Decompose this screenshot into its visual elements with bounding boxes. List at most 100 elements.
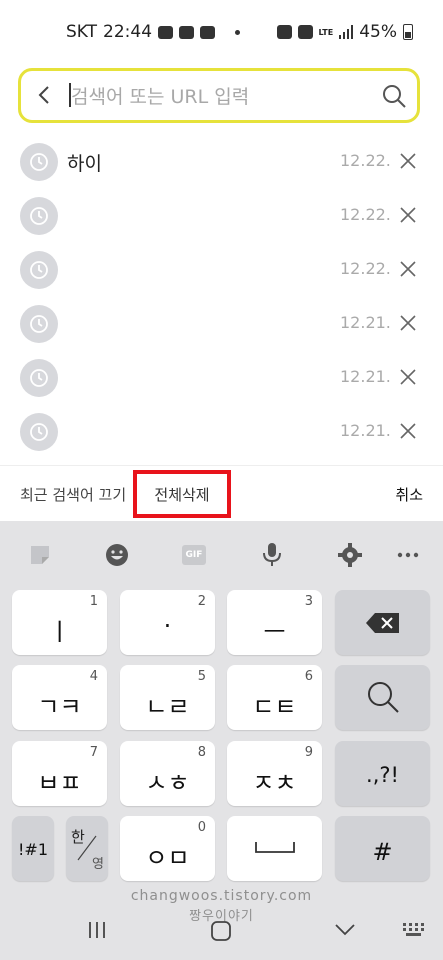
key-5[interactable]: 5 ㄴㄹ — [120, 665, 215, 730]
clock-icon — [20, 143, 58, 181]
sticker-icon[interactable] — [18, 533, 62, 577]
watermark-url: changwoos.tistory.com — [130, 888, 313, 904]
space-key[interactable] — [227, 816, 322, 881]
history-item[interactable]: 12.22. — [0, 243, 443, 297]
keyboard-switch-icon[interactable] — [402, 922, 426, 938]
key-number: 1 — [89, 594, 98, 609]
language-key[interactable]: 한 영 — [66, 816, 108, 881]
status-right: LTE 45% — [276, 22, 413, 42]
key-7[interactable]: 7 ㅂㅍ — [12, 741, 107, 806]
search-input[interactable] — [69, 79, 373, 115]
key-9[interactable]: 9 ㅈㅊ — [227, 741, 322, 806]
home-icon[interactable] — [210, 920, 232, 942]
history-date: 12.22. — [340, 205, 391, 224]
key-number: 2 — [197, 594, 206, 609]
hash-key[interactable]: # — [335, 816, 430, 881]
key-2[interactable]: 2 · — [120, 590, 215, 655]
navigation-bar — [0, 915, 443, 960]
key-8[interactable]: 8 ㅅㅎ — [120, 741, 215, 806]
close-icon[interactable] — [398, 421, 418, 441]
key-label: ㅅㅎ — [145, 769, 190, 797]
settings-icon[interactable] — [328, 533, 372, 577]
clock-icon — [20, 251, 58, 289]
mute-icon — [297, 25, 313, 39]
key-label: # — [372, 838, 393, 866]
cancel-button[interactable]: 취소 — [395, 484, 423, 505]
key-label: .,?! — [366, 763, 399, 787]
key-3[interactable]: 3 ㅡ — [227, 590, 322, 655]
key-label: ㅂㅍ — [37, 769, 82, 797]
search-history-list: 하이 12.22. 12.22. 12.22. 12.21. 12.21. 12… — [0, 135, 443, 459]
close-icon[interactable] — [398, 259, 418, 279]
delete-all-button[interactable]: 전체삭제 — [133, 470, 231, 518]
key-label: ㄱㅋ — [37, 693, 82, 721]
gallery-notification-icon — [179, 25, 195, 39]
key-label: ㅡ — [263, 618, 286, 646]
gif-icon[interactable]: GIF — [172, 533, 216, 577]
turn-off-recent-button[interactable]: 최근 검색어 끄기 — [20, 484, 126, 505]
mic-icon[interactable] — [250, 533, 294, 577]
key-number: 7 — [89, 745, 98, 760]
key-number: 6 — [304, 669, 313, 684]
battery-percent: 45% — [359, 22, 397, 42]
key-6[interactable]: 6 ㄷㅌ — [227, 665, 322, 730]
keyboard-toolbar: GIF — [0, 533, 443, 577]
key-0[interactable]: 0 ㅇㅁ — [120, 816, 215, 881]
gif-label: GIF — [182, 545, 206, 565]
symbols-key[interactable]: !#1 — [12, 816, 54, 881]
history-action-bar: 최근 검색어 끄기 전체삭제 취소 — [0, 465, 443, 522]
key-label: ㅈㅊ — [252, 769, 297, 797]
battery-icon — [403, 24, 413, 40]
key-label: ㅇㅁ — [145, 844, 190, 872]
close-icon[interactable] — [398, 367, 418, 387]
talk-notification-icon — [200, 25, 216, 39]
key-number: 8 — [197, 745, 206, 760]
clock-icon — [20, 197, 58, 235]
more-icon[interactable] — [386, 533, 430, 577]
history-item[interactable]: 12.21. — [0, 405, 443, 459]
clock-time: 22:44 — [103, 22, 153, 42]
signal-icon — [339, 25, 354, 39]
history-date: 12.21. — [340, 313, 391, 332]
chat-notification-icon — [158, 25, 174, 39]
key-number: 0 — [197, 820, 206, 835]
history-date: 12.22. — [340, 259, 391, 278]
history-item[interactable]: 12.21. — [0, 297, 443, 351]
lang-bottom-label: 영 — [92, 857, 104, 872]
key-1[interactable]: 1 ㅣ — [12, 590, 107, 655]
search-key[interactable] — [335, 665, 430, 730]
alarm-icon — [276, 25, 292, 39]
clock-icon — [20, 413, 58, 451]
close-icon[interactable] — [398, 205, 418, 225]
history-item[interactable]: 12.21. — [0, 351, 443, 405]
recent-apps-icon[interactable] — [87, 921, 107, 939]
close-icon[interactable] — [398, 313, 418, 333]
backspace-icon — [366, 613, 399, 633]
search-bar[interactable] — [18, 68, 420, 123]
close-icon[interactable] — [398, 151, 418, 171]
history-item[interactable]: 12.22. — [0, 189, 443, 243]
key-4[interactable]: 4 ㄱㅋ — [12, 665, 107, 730]
emoji-icon[interactable] — [95, 533, 139, 577]
key-number: 3 — [304, 594, 313, 609]
punctuation-key[interactable]: .,?! — [335, 741, 430, 806]
keyboard: GIF 1 ㅣ 2 · 3 ㅡ 4 ㄱㅋ 5 ㄴㄹ 6 ㄷㅌ 7 ㅂㅍ 8 ㅅㅎ… — [0, 521, 443, 960]
key-number: 9 — [304, 745, 313, 760]
history-item[interactable]: 하이 12.22. — [0, 135, 443, 189]
key-label: !#1 — [18, 840, 48, 859]
status-left: SKT 22:44 — [66, 22, 241, 42]
history-date: 12.22. — [340, 151, 391, 170]
key-number: 4 — [89, 669, 98, 684]
space-icon — [255, 842, 295, 853]
backspace-key[interactable] — [335, 590, 430, 655]
hide-keyboard-icon[interactable] — [334, 923, 356, 937]
key-label: ㅣ — [48, 618, 71, 646]
key-label: ㄷㅌ — [252, 693, 297, 721]
key-number: 5 — [197, 669, 206, 684]
back-arrow-icon[interactable] — [33, 83, 57, 107]
carrier-label: SKT — [66, 22, 98, 42]
search-icon[interactable] — [381, 83, 407, 109]
lte-indicator: LTE — [318, 27, 334, 37]
clock-icon — [20, 305, 58, 343]
key-label: ㄴㄹ — [145, 693, 190, 721]
